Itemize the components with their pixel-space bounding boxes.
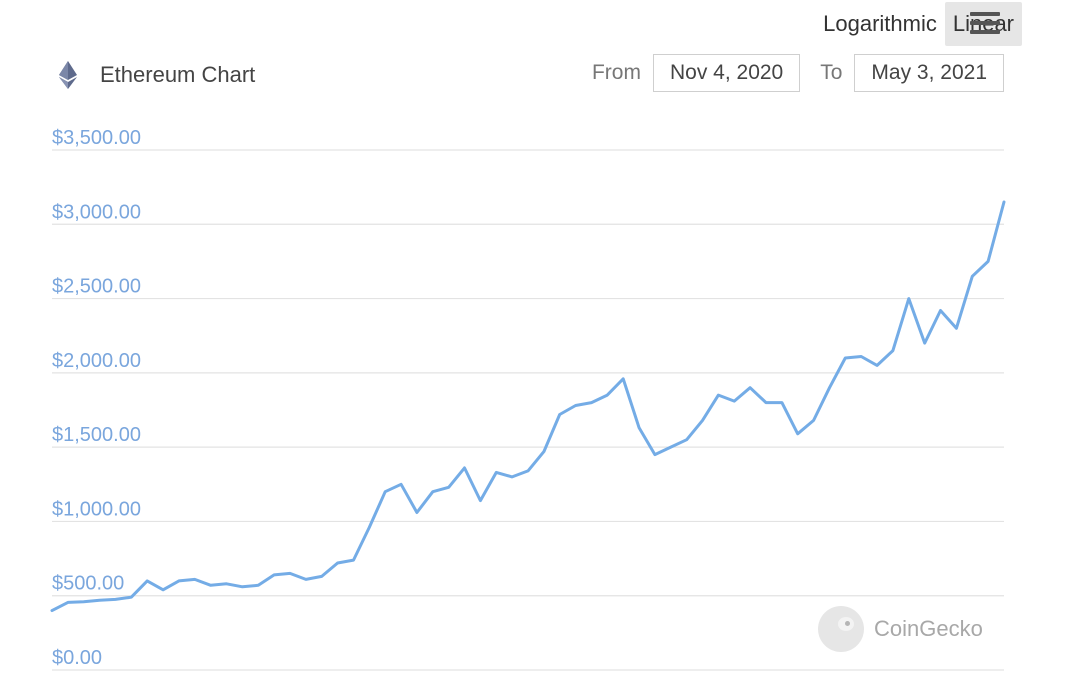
y-tick-label: $1,500.00 [52,424,141,446]
price-line [50,200,1006,613]
data-point[interactable] [49,608,55,614]
data-point[interactable] [65,599,71,605]
data-point[interactable] [557,412,563,418]
data-point[interactable] [192,576,198,582]
data-point[interactable] [827,385,833,391]
data-point[interactable] [239,584,245,590]
y-tick-label: $2,500.00 [52,276,141,298]
data-point[interactable] [763,400,769,406]
y-tick-label: $0.00 [52,647,102,669]
y-tick-label: $3,500.00 [52,127,141,149]
data-point[interactable] [938,308,944,314]
data-point[interactable] [684,437,690,443]
data-point[interactable] [1001,199,1007,205]
data-point[interactable] [462,465,468,471]
y-tick-label: $500.00 [52,573,124,595]
data-point[interactable] [81,599,87,605]
data-point[interactable] [652,452,658,458]
data-point[interactable] [303,576,309,582]
data-point[interactable] [398,481,404,487]
data-point[interactable] [874,362,880,368]
data-point[interactable] [700,417,706,423]
coingecko-watermark: CoinGecko [818,606,983,652]
data-point[interactable] [287,570,293,576]
data-point[interactable] [382,489,388,495]
grid-lines [52,149,1004,671]
data-point[interactable] [715,392,721,398]
data-point[interactable] [604,392,610,398]
y-tick-label: $3,000.00 [52,201,141,223]
data-point[interactable] [620,376,626,382]
data-point[interactable] [446,484,452,490]
data-point[interactable] [97,597,103,603]
data-point[interactable] [573,403,579,409]
data-point[interactable] [176,578,182,584]
y-axis-ticks: $0.00 $500.00 $1,000.00 $1,500.00 $2,000.00 $… [52,127,141,669]
data-point[interactable] [414,510,420,516]
data-point[interactable] [224,581,230,587]
data-point[interactable] [255,582,261,588]
data-point[interactable] [890,348,896,354]
data-point[interactable] [430,489,436,495]
data-point[interactable] [953,325,959,331]
data-point[interactable] [509,474,515,480]
data-point[interactable] [589,400,595,406]
data-point[interactable] [477,498,483,504]
y-tick-label: $1,000.00 [52,498,141,520]
data-point[interactable] [969,273,975,279]
data-point[interactable] [541,449,547,455]
watermark-text: CoinGecko [874,616,983,641]
data-point[interactable] [319,573,325,579]
data-point[interactable] [842,355,848,361]
data-point[interactable] [525,468,531,474]
data-point[interactable] [668,444,674,450]
data-point[interactable] [493,469,499,475]
data-point[interactable] [636,425,642,431]
data-point[interactable] [922,340,928,346]
data-point[interactable] [795,431,801,437]
data-point[interactable] [366,524,372,530]
data-point[interactable] [271,572,277,578]
data-point[interactable] [779,400,785,406]
data-point[interactable] [858,354,864,360]
price-series [49,199,1007,614]
data-point[interactable] [985,258,991,264]
coingecko-logo-icon [818,606,864,652]
data-point[interactable] [128,594,134,600]
y-tick-label: $2,000.00 [52,350,141,372]
data-point[interactable] [906,296,912,302]
data-point[interactable] [113,596,119,602]
data-point[interactable] [144,578,150,584]
data-point[interactable] [160,587,166,593]
price-chart: $0.00 $500.00 $1,000.00 $1,500.00 $2,000.00 $… [49,127,1007,671]
data-point[interactable] [731,398,737,404]
data-point[interactable] [811,417,817,423]
data-point[interactable] [351,557,357,563]
data-point[interactable] [335,560,341,566]
data-point[interactable] [747,385,753,391]
data-point[interactable] [208,582,214,588]
